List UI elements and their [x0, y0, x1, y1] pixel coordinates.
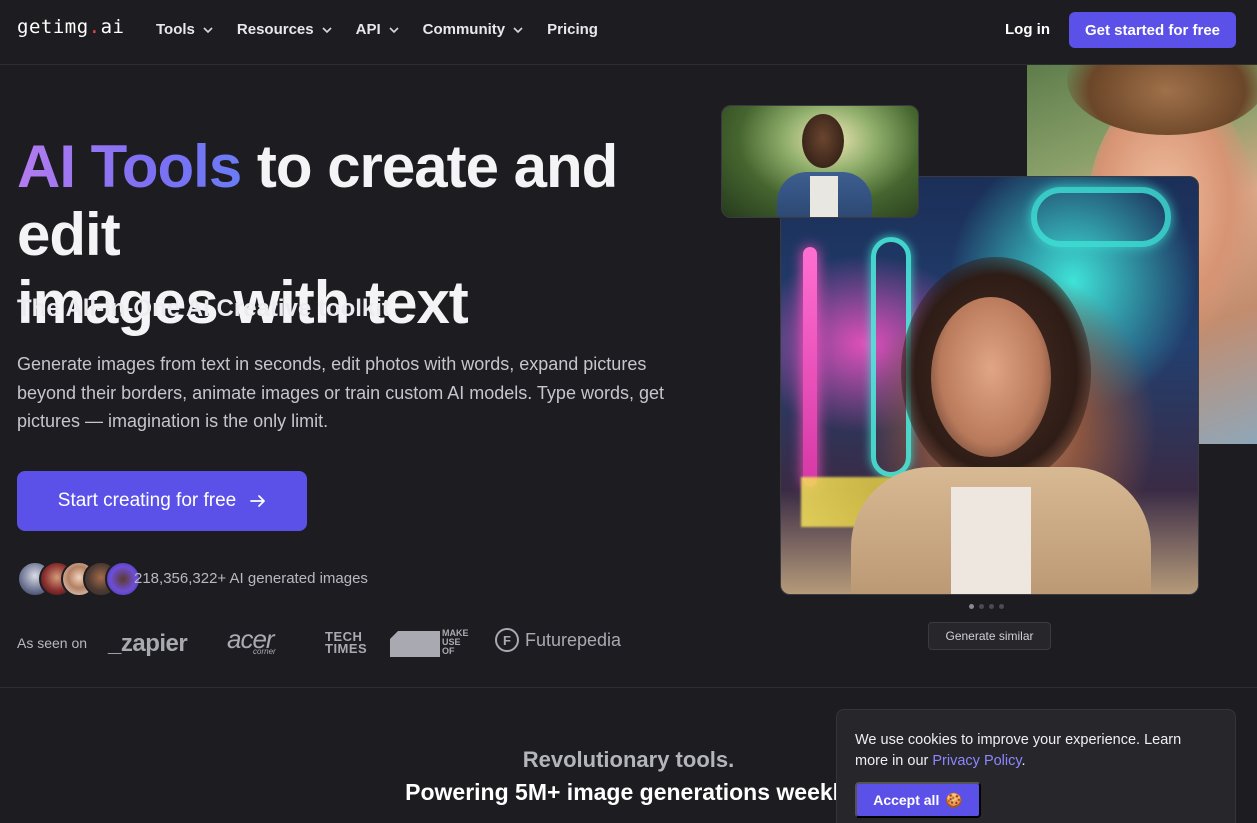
carousel-dots — [969, 604, 1004, 609]
makeuseof-logo: MAKE USE OF — [390, 629, 472, 657]
futurepedia-text: Futurepedia — [525, 629, 622, 650]
nav-item-resources[interactable]: Resources — [237, 21, 332, 38]
get-started-button[interactable]: Get started for free — [1069, 12, 1236, 48]
user-avatars — [17, 561, 141, 597]
cookie-banner: We use cookies to improve your experienc… — [836, 709, 1236, 823]
accept-all-button[interactable]: Accept all 🍪 — [855, 782, 981, 818]
accept-all-label: Accept all — [873, 792, 940, 808]
acer-logo-sub: corner — [253, 647, 276, 656]
start-creating-button[interactable]: Start creating for free — [17, 471, 307, 531]
hero-subtitle: The All-In-One AI Creative toolkit — [17, 295, 390, 322]
logo-main: getimg — [17, 16, 89, 38]
privacy-policy-link[interactable]: Privacy Policy — [932, 753, 1021, 769]
carousel-dot[interactable] — [979, 604, 984, 609]
page: getimg.ai Tools Resources API Community … — [0, 0, 1257, 823]
nav-item-community[interactable]: Community — [423, 21, 524, 38]
cookie-icon: 🍪 — [945, 791, 963, 808]
chevron-down-icon — [389, 26, 399, 33]
top-nav: getimg.ai Tools Resources API Community … — [0, 0, 1257, 65]
hero-description: Generate images from text in seconds, ed… — [17, 354, 664, 431]
arrow-right-icon — [250, 495, 266, 507]
nav-item-label: API — [355, 21, 381, 38]
carousel-dot[interactable] — [989, 604, 994, 609]
futurepedia-logo: F Futurepedia — [495, 628, 621, 652]
futurepedia-icon: F — [495, 628, 519, 652]
generate-similar-button[interactable]: Generate similar — [928, 622, 1051, 650]
chevron-down-icon — [513, 26, 523, 33]
cookie-text: We use cookies to improve your experienc… — [855, 730, 1215, 772]
portrait-woman-neon-image — [780, 176, 1199, 595]
hero-title-highlight: AI Tools — [17, 133, 242, 200]
nav-item-label: Community — [422, 21, 506, 38]
logo-dot: . — [88, 16, 101, 38]
tech-times-logo: TECH TIMES — [325, 630, 368, 656]
nav-item-label: Tools — [156, 21, 195, 38]
logo[interactable]: getimg.ai — [17, 16, 124, 38]
as-seen-on-label: As seen on — [17, 635, 88, 651]
nav-item-label: Resources — [236, 21, 314, 38]
carousel-dot[interactable] — [999, 604, 1004, 609]
tech-times-line2: TIMES — [325, 641, 368, 656]
section-divider — [0, 687, 1257, 688]
login-link[interactable]: Log in — [1005, 21, 1050, 38]
nav-item-api[interactable]: API — [356, 21, 399, 38]
nav-item-label: Pricing — [547, 21, 598, 38]
makeuseof-line3: OF — [442, 646, 455, 656]
nav-item-tools[interactable]: Tools — [156, 21, 213, 38]
chevron-down-icon — [203, 26, 213, 33]
zapier-logo: _zapier — [108, 630, 188, 657]
portrait-man-park-image — [721, 105, 919, 218]
logo-tld: ai — [100, 16, 125, 38]
cookie-text-after: . — [1021, 753, 1026, 769]
nav-links: Tools Resources API Community Pricing — [156, 21, 622, 38]
generated-count: 218,356,322+ AI generated images — [134, 570, 368, 587]
carousel-dot[interactable] — [969, 604, 974, 609]
nav-item-pricing[interactable]: Pricing — [547, 21, 598, 38]
chevron-down-icon — [322, 26, 332, 33]
start-creating-label: Start creating for free — [57, 490, 237, 511]
acer-logo: acer corner — [227, 624, 276, 656]
